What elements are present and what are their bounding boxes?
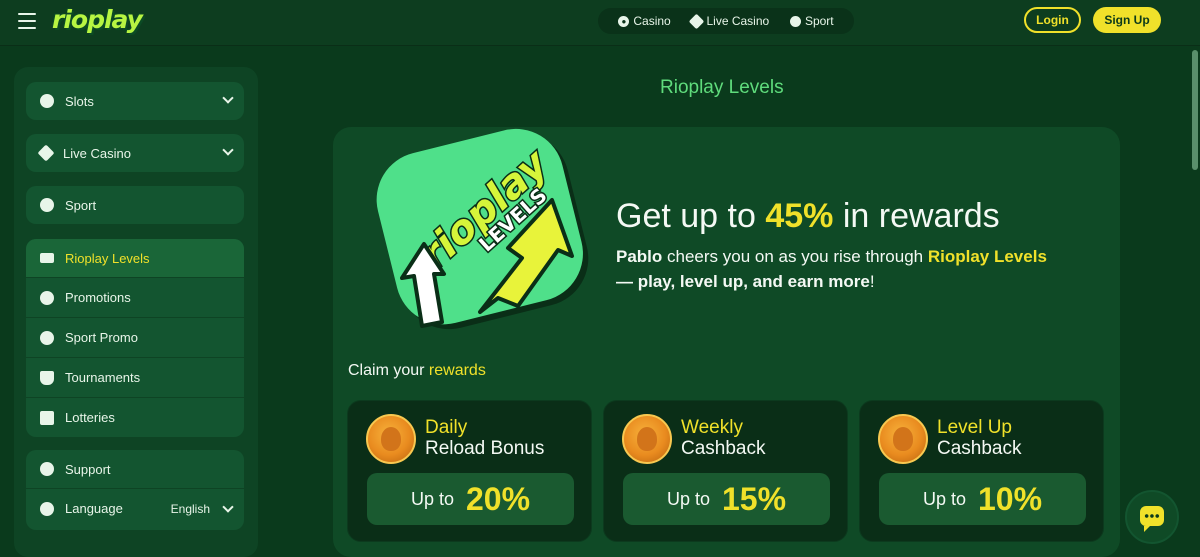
- reward-title-line2: Cashback: [681, 438, 766, 459]
- pablo-coin-icon: [366, 414, 416, 464]
- headline-percent: 45%: [765, 197, 834, 235]
- sidebar-item-support[interactable]: Support: [26, 450, 244, 488]
- cards-icon: [689, 13, 705, 29]
- nav-label: Casino: [633, 14, 671, 28]
- login-button[interactable]: Login: [1024, 7, 1081, 33]
- chevron-down-icon[interactable]: [222, 501, 234, 513]
- reward-title-line1: Level Up: [937, 417, 1012, 438]
- calendar-icon: [40, 410, 54, 425]
- chevron-down-icon[interactable]: [222, 144, 234, 156]
- sidebar-item-label: Support: [65, 461, 111, 477]
- signup-button[interactable]: Sign Up: [1093, 7, 1161, 33]
- headline: Get up to 45% in rewards: [616, 197, 1000, 236]
- basketball-icon: [40, 198, 54, 212]
- sidebar-item-rioplay-levels[interactable]: Rioplay Levels: [26, 239, 244, 277]
- reward-title-line1: Weekly: [681, 417, 743, 438]
- globe-icon: [40, 501, 54, 516]
- sidebar-item-label: Language: [65, 501, 123, 516]
- reward-card-weekly[interactable]: Weekly Cashback Up to 15%: [603, 400, 848, 542]
- sidebar-item-slots[interactable]: Slots: [26, 82, 244, 120]
- chevron-down-icon[interactable]: [222, 92, 234, 104]
- nav-live-casino[interactable]: Live Casino: [689, 13, 770, 29]
- reward-title: Weekly Cashback: [681, 417, 766, 459]
- sidebar-item-promotions[interactable]: Promotions: [26, 277, 244, 317]
- sidebar: Slots Live Casino Sport Rioplay Levels P…: [14, 67, 258, 557]
- claim-highlight: rewards: [428, 362, 486, 379]
- reward-percent: 15%: [721, 480, 787, 517]
- headline-text-end: in rewards: [833, 197, 1000, 235]
- claim-text: Claim your: [348, 362, 429, 379]
- reward-title-line1: Daily: [425, 417, 468, 438]
- rioplay-levels-badge: rioplay LEVELS: [376, 128, 589, 330]
- cards-icon: [37, 144, 55, 162]
- sidebar-item-label: Rioplay Levels: [65, 250, 150, 266]
- sidebar-item-label: Sport: [65, 197, 97, 213]
- trophy-icon: [40, 370, 54, 385]
- sidebar-card-promos: Rioplay Levels Promotions Sport Promo To…: [26, 239, 244, 437]
- reward-value-box: Up to 15%: [623, 473, 830, 525]
- sidebar-item-live-casino[interactable]: Live Casino: [26, 134, 244, 172]
- star-burst-icon: [40, 290, 54, 305]
- soccer-ball-icon: [789, 15, 801, 27]
- sidebar-card-sport: Sport: [26, 186, 244, 224]
- casino-chip-icon: ●: [618, 15, 630, 27]
- nav-label: Live Casino: [706, 14, 770, 28]
- sidebar-item-sport-promo[interactable]: Sport Promo: [26, 317, 244, 357]
- reward-card-daily[interactable]: Daily Reload Bonus Up to 20%: [347, 400, 592, 542]
- subheadline: Pablo cheers you on as you rise through …: [616, 244, 1096, 294]
- subheadline-excl: !: [869, 272, 875, 291]
- top-bar: rioplay ● Casino Live Casino Sport Login…: [0, 0, 1200, 46]
- soccer-ball-icon: [40, 330, 54, 345]
- claim-heading: Claim your rewards: [348, 362, 486, 380]
- pablo-coin-icon: [622, 414, 672, 464]
- reward-title-line2: Reload Bonus: [425, 438, 545, 459]
- brand-name: Rioplay Levels: [927, 247, 1047, 266]
- nav-sport[interactable]: Sport: [789, 14, 834, 28]
- reward-percent: 20%: [465, 480, 531, 517]
- reward-title-line2: Cashback: [937, 438, 1022, 459]
- crown-icon: [40, 253, 54, 263]
- nav-label: Sport: [804, 14, 834, 28]
- logo[interactable]: rioplay: [52, 5, 143, 34]
- scrollbar-thumb[interactable]: [1192, 50, 1198, 170]
- reward-card-level-up[interactable]: Level Up Cashback Up to 10%: [859, 400, 1104, 542]
- nav-casino[interactable]: ● Casino: [618, 14, 671, 28]
- chat-button[interactable]: [1125, 490, 1179, 544]
- chat-dots: [1144, 514, 1160, 518]
- sidebar-item-label: Sport Promo: [65, 330, 138, 345]
- sidebar-item-lotteries[interactable]: Lotteries: [26, 397, 244, 437]
- sidebar-card-slots: Slots: [26, 82, 244, 120]
- slots-icon: [40, 94, 54, 108]
- sidebar-item-label: Live Casino: [63, 145, 131, 161]
- headset-icon: [40, 462, 54, 476]
- page-title: Rioplay Levels: [660, 77, 784, 98]
- reward-upto: Up to: [922, 488, 966, 509]
- sidebar-card-support: Support Language English: [26, 450, 244, 530]
- headline-text: Get up to: [616, 197, 766, 235]
- reward-upto: Up to: [666, 488, 710, 509]
- reward-percent: 10%: [977, 480, 1043, 517]
- top-nav: ● Casino Live Casino Sport: [598, 8, 854, 34]
- sidebar-item-language[interactable]: Language English: [26, 488, 244, 528]
- sidebar-item-sport[interactable]: Sport: [26, 186, 244, 224]
- sidebar-item-label: Promotions: [65, 290, 131, 305]
- reward-title: Level Up Cashback: [937, 417, 1022, 459]
- sidebar-item-label: Tournaments: [65, 370, 141, 385]
- reward-value-box: Up to 10%: [879, 473, 1086, 525]
- sidebar-item-tournaments[interactable]: Tournaments: [26, 357, 244, 397]
- sidebar-item-label: Slots: [65, 93, 94, 109]
- reward-title: Daily Reload Bonus: [425, 417, 544, 459]
- subheadline-text: cheers you on as you rise through: [662, 247, 928, 266]
- sidebar-card-live-casino: Live Casino: [26, 134, 244, 172]
- subheadline-end: — play, level up, and earn more: [616, 272, 870, 291]
- menu-icon[interactable]: [18, 13, 36, 29]
- language-value: English: [170, 501, 210, 516]
- reward-value-box: Up to 20%: [367, 473, 574, 525]
- mascot-name: Pablo: [616, 247, 663, 266]
- pablo-coin-icon: [878, 414, 928, 464]
- reward-upto: Up to: [410, 488, 454, 509]
- sidebar-item-label: Lotteries: [65, 410, 115, 425]
